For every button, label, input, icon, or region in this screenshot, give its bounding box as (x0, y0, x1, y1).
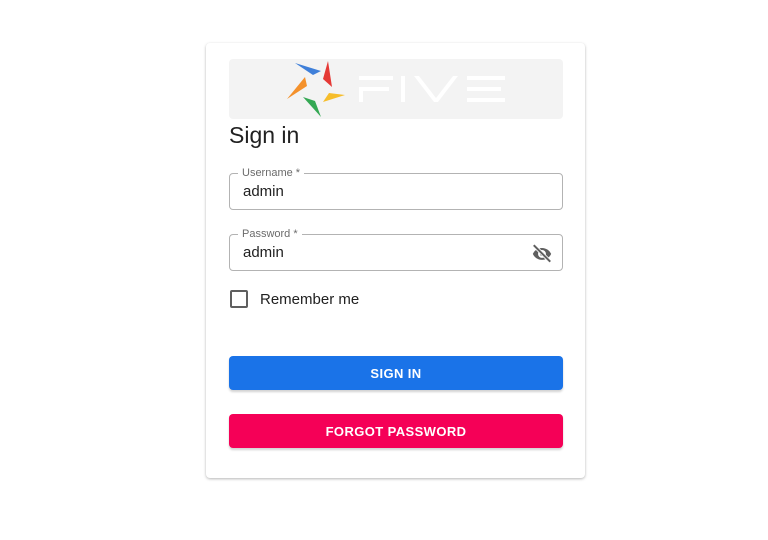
password-field[interactable]: Password * (229, 227, 563, 271)
password-label: Password * (238, 227, 302, 241)
logo-banner (229, 59, 563, 119)
remember-me-row[interactable]: Remember me (229, 289, 359, 309)
username-input[interactable] (243, 183, 523, 201)
username-label: Username * (238, 166, 305, 180)
visibility-off-icon[interactable] (531, 242, 553, 264)
remember-me-checkbox[interactable] (230, 290, 248, 308)
five-wordmark (359, 76, 505, 102)
forgot-password-button[interactable]: FORGOT PASSWORD (229, 414, 563, 448)
password-input[interactable] (243, 244, 523, 262)
page-title: Sign in (229, 122, 300, 148)
username-field[interactable]: Username * (229, 166, 563, 210)
remember-me-label[interactable]: Remember me (260, 291, 359, 308)
login-card: Sign in Username * Password * Remember m… (206, 43, 585, 478)
sign-in-button[interactable]: SIGN IN (229, 356, 563, 390)
five-logo-mark-icon (287, 61, 345, 117)
